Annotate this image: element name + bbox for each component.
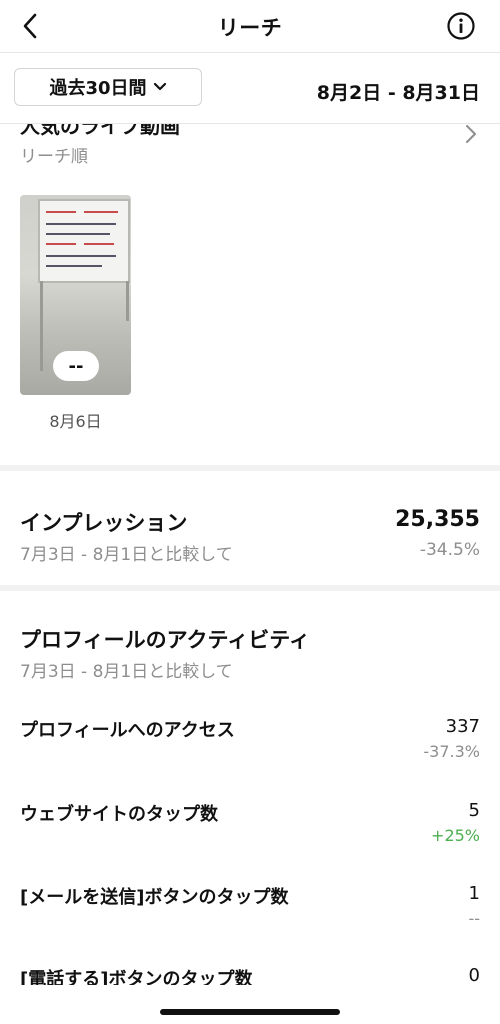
section-divider <box>0 465 500 471</box>
range-selector-button[interactable]: 過去30日間 <box>14 68 202 106</box>
section-divider <box>0 585 500 591</box>
metric-label-website-taps: ウェブサイトのタップ数 <box>20 804 218 825</box>
nav-header: リーチ <box>0 0 500 53</box>
top-live-videos-section: 人気のライブ動画 リーチ順 -- 8月6日 <box>0 110 500 465</box>
metric-value-website-taps: 5 <box>468 800 480 821</box>
info-button[interactable] <box>446 11 476 41</box>
metric-value-email-taps: 1 <box>468 883 480 904</box>
video-date: 8月6日 <box>49 412 102 431</box>
profile-activity-compare: 7月3日 - 8月1日と比較して <box>20 662 233 682</box>
metric-change-website-taps: +25% <box>431 826 480 845</box>
info-icon <box>447 12 475 40</box>
section-subtitle: リーチ順 <box>20 147 88 167</box>
chevron-down-icon <box>153 82 166 91</box>
metric-value-call-taps: 0 <box>468 965 480 986</box>
metric-label-profile-visits: プロフィールへのアクセス <box>20 720 235 741</box>
page-title: リーチ <box>217 16 283 40</box>
home-indicator[interactable] <box>160 1009 340 1015</box>
date-range-bar: 過去30日間 8月2日 - 8月31日 <box>0 53 500 124</box>
chevron-right-icon[interactable] <box>464 124 478 144</box>
metric-change-profile-visits: -37.3% <box>423 742 480 761</box>
metric-change-email-taps: -- <box>468 909 480 928</box>
range-dates: 8月2日 - 8月31日 <box>316 82 480 104</box>
range-selector-label: 過去30日間 <box>49 78 147 99</box>
profile-activity-title: プロフィールのアクティビティ <box>20 628 311 652</box>
bottom-safe-area <box>0 985 500 1024</box>
video-metric-badge: -- <box>53 351 99 381</box>
video-thumbnail[interactable]: -- <box>20 195 131 395</box>
metric-label-email-taps: [メールを送信]ボタンのタップ数 <box>20 887 289 908</box>
impressions-compare: 7月3日 - 8月1日と比較して <box>20 545 233 565</box>
impressions-value: 25,355 <box>395 507 480 532</box>
impressions-title: インプレッション <box>20 511 188 535</box>
whiteboard-image <box>38 199 130 283</box>
impressions-change: -34.5% <box>419 540 480 560</box>
metric-value-profile-visits: 337 <box>445 716 480 737</box>
